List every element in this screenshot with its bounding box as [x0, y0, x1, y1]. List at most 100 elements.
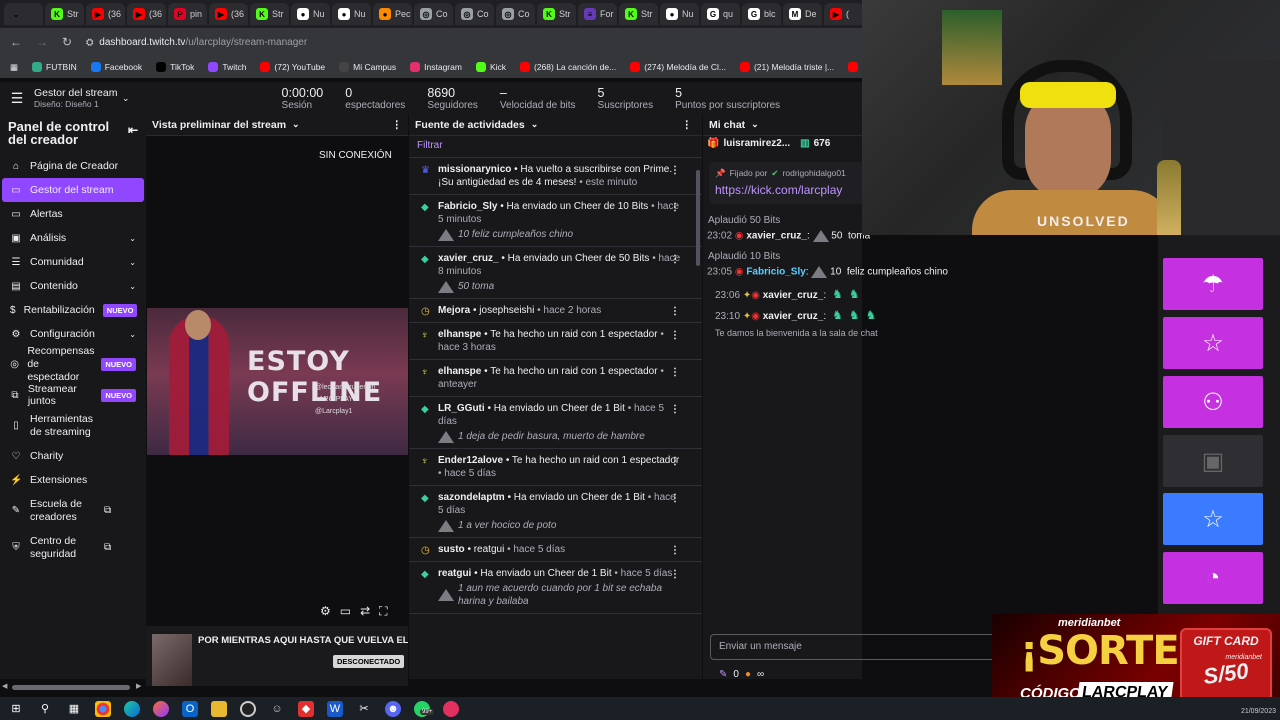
chevron-down-icon[interactable]: ⌄ — [531, 119, 539, 130]
more-options-icon[interactable]: ⋮ — [670, 568, 680, 581]
channel-points-icon[interactable]: ✎ — [719, 669, 727, 680]
browser-tab[interactable]: K Str — [537, 3, 576, 25]
chrome-icon[interactable] — [95, 700, 111, 717]
browser-tab[interactable]: ▶( — [824, 3, 862, 25]
app-icon[interactable] — [153, 700, 169, 717]
sidebar-item-rewards[interactable]: ◎ Recompensas de espectador NUEVO — [2, 345, 144, 383]
chevron-down-icon[interactable]: ⌄ — [129, 330, 136, 339]
sidebar-item-tools[interactable]: ▯ Herramientas de streaming — [2, 407, 144, 444]
file-explorer-icon[interactable] — [211, 700, 227, 717]
word-icon[interactable]: W — [327, 700, 343, 717]
bookmark-item[interactable]: (21) Melodía triste |... — [739, 62, 834, 72]
scroll-thumb[interactable] — [12, 685, 130, 690]
fullscreen-icon[interactable]: ⛶ — [379, 604, 387, 619]
browser-tab[interactable]: ● Nu — [332, 3, 371, 25]
bookmark-item[interactable]: Instagram — [410, 62, 462, 72]
browser-tab[interactable]: Gqu — [701, 3, 740, 25]
more-options-icon[interactable]: ⋮ — [682, 119, 693, 131]
overlay-button-timer[interactable]: ◔ — [1163, 552, 1263, 604]
sidebar-item-stream-together[interactable]: ⧉ Streamear juntos NUEVO — [2, 383, 144, 407]
page-horizontal-scrollbar[interactable]: ◀ ▶ — [0, 682, 146, 692]
browser-tab[interactable]: ▶ (36 — [209, 3, 248, 25]
more-options-icon[interactable]: ⋮ — [670, 253, 680, 266]
more-options-icon[interactable]: ⋮ — [670, 492, 680, 505]
more-options-icon[interactable]: ⋮ — [670, 305, 680, 318]
whatsapp-icon[interactable]: 99+ — [414, 700, 435, 717]
chevron-down-icon[interactable]: ⌄ — [122, 93, 130, 104]
task-view-icon[interactable]: ▦ — [66, 701, 82, 717]
activity-user[interactable]: Fabricio_Sly — [438, 201, 497, 212]
sidebar-item-charity[interactable]: ♡ Charity — [2, 444, 144, 468]
chevron-down-icon[interactable]: ⌄ — [129, 234, 136, 243]
apps-icon[interactable]: ▦ — [10, 62, 18, 73]
discord-icon[interactable]: ☻ — [385, 700, 401, 717]
browser-tab[interactable]: ◎ Co — [414, 3, 453, 25]
popout-icon[interactable]: ⇄ — [360, 604, 370, 619]
browser-tab[interactable]: K Str — [619, 3, 658, 25]
sidebar-item-safety[interactable]: ⛨ Centro de seguridad ⧉ — [2, 529, 144, 566]
chat-username[interactable]: Fabricio_Sly — [746, 267, 805, 278]
bookmark-item[interactable]: Mi Campus — [339, 62, 396, 72]
more-options-icon[interactable]: ⋮ — [670, 201, 680, 214]
activity-user[interactable]: LR_GGuti — [438, 403, 485, 414]
search-icon[interactable]: ⚲ — [37, 701, 53, 717]
capcut-icon[interactable]: ✂ — [356, 701, 372, 717]
chat-username[interactable]: xavier_cruz_ — [746, 231, 807, 242]
layout-selector[interactable]: Gestor del stream Diseño: Diseño 1 — [34, 87, 122, 109]
activity-user[interactable]: elhanspe — [438, 366, 481, 377]
browser-tab[interactable]: M De — [783, 3, 822, 25]
bookmark-item[interactable]: TikTok — [156, 62, 194, 72]
browser-tab[interactable]: ⌄ — [4, 3, 43, 25]
theater-mode-icon[interactable]: ▭ — [340, 604, 351, 619]
reload-icon[interactable]: ↻ — [62, 35, 72, 49]
back-icon[interactable]: ← — [10, 35, 22, 49]
bookmark-item[interactable]: Facebook — [90, 62, 142, 72]
sidebar-item-community[interactable]: ☰ Comunidad ⌄ — [2, 250, 144, 274]
scroll-right-icon[interactable]: ▶ — [136, 682, 141, 690]
app-icon[interactable] — [443, 700, 459, 717]
url-field[interactable]: ⛭ dashboard.twitch.tv/u/larcplay/stream-m… — [86, 37, 307, 48]
browser-tab[interactable]: ◎ Co — [496, 3, 535, 25]
more-options-icon[interactable]: ⋮ — [392, 119, 403, 131]
more-options-icon[interactable]: ⋮ — [670, 366, 680, 379]
bookmark-item[interactable]: (274) Melodía de Cl... — [630, 62, 726, 72]
more-options-icon[interactable]: ⋮ — [670, 164, 680, 177]
browser-tab[interactable]: ● Nu — [291, 3, 330, 25]
activity-user[interactable]: elhanspe — [438, 329, 481, 340]
more-options-icon[interactable]: ⋮ — [670, 403, 680, 416]
filter-link[interactable]: Filtrar — [409, 136, 702, 158]
bookmark-item[interactable]: (268) La canción de... — [520, 62, 616, 72]
forward-icon[interactable]: → — [36, 35, 48, 49]
chevron-down-icon[interactable]: ⌄ — [129, 282, 136, 291]
sidebar-item-settings[interactable]: ⚙ Configuración ⌄ — [2, 322, 144, 346]
discord-bot-icon[interactable]: ☺ — [269, 701, 285, 717]
browser-tab[interactable]: ● Nu — [660, 3, 699, 25]
chat-username[interactable]: xavier_cruz_ — [763, 311, 824, 322]
activity-user[interactable]: xavier_cruz_ — [438, 253, 499, 264]
pinned-link[interactable]: https://kick.com/larcplay — [715, 183, 858, 197]
activity-user[interactable]: Mejora — [438, 305, 470, 316]
sidebar-item-content[interactable]: ▤ Contenido ⌄ — [2, 274, 144, 298]
sidebar-item-analytics[interactable]: ▣ Análisis ⌄ — [2, 226, 144, 250]
collapse-sidebar-icon[interactable]: ⇤ — [128, 124, 138, 146]
browser-tab[interactable]: ◎ Co — [455, 3, 494, 25]
sidebar-item-extensions[interactable]: ⚡ Extensiones — [2, 468, 144, 492]
activity-user[interactable]: reatgui — [438, 568, 471, 579]
bookmark-item[interactable]: FUTBIN — [32, 62, 77, 72]
sidebar-item-home[interactable]: ⌂ Página de Creador — [2, 154, 144, 178]
chevron-down-icon[interactable]: ⌄ — [129, 258, 136, 267]
bookmark-item[interactable]: (72) YouTube — [260, 62, 325, 72]
chevron-down-icon[interactable]: ⌄ — [751, 119, 759, 130]
menu-icon[interactable]: ☰ — [0, 90, 34, 107]
scroll-left-icon[interactable]: ◀ — [2, 682, 7, 690]
browser-tab[interactable]: ≡ For — [578, 3, 617, 25]
activity-user[interactable]: sazondelaptm — [438, 492, 505, 503]
bookmark-item[interactable]: Twitch — [208, 62, 246, 72]
start-icon[interactable]: ⊞ — [8, 701, 24, 717]
feed-scrollbar[interactable] — [696, 170, 700, 266]
bits-balance-icon[interactable]: ● — [745, 669, 751, 680]
browser-tab[interactable]: ● Pec — [373, 3, 412, 25]
site-info-icon[interactable]: ⛭ — [86, 37, 93, 47]
bookmark-item[interactable]: (293) Dragon Ba — [848, 62, 862, 72]
sidebar-item-stream-manager[interactable]: ▭ Gestor del stream — [2, 178, 144, 202]
